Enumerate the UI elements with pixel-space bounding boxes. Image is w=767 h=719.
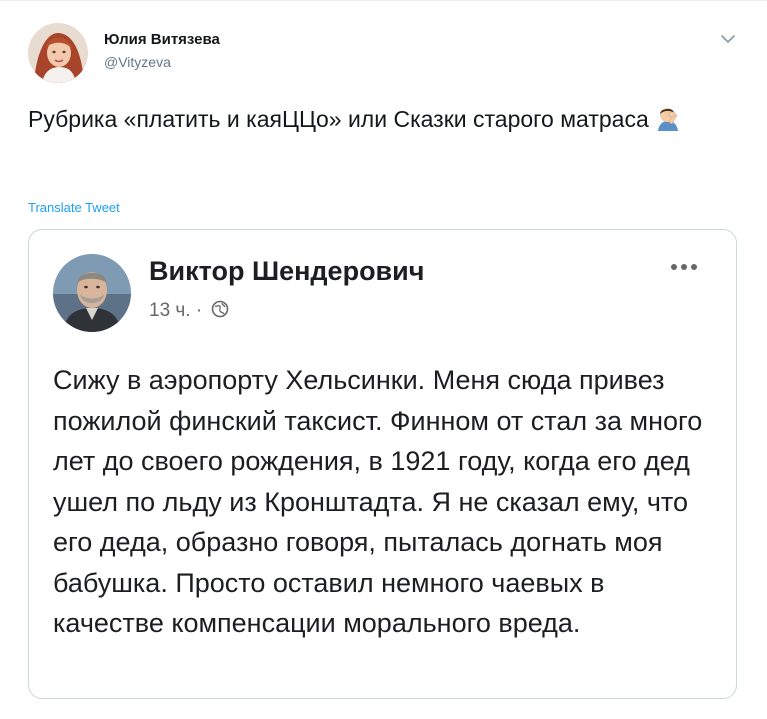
author-avatar[interactable] bbox=[28, 23, 88, 83]
chevron-down-icon[interactable] bbox=[718, 29, 738, 49]
author-handle[interactable]: @Vityzeva bbox=[104, 54, 171, 70]
embedded-post-time: 13 ч. · bbox=[149, 300, 203, 321]
embedded-author-avatar bbox=[53, 254, 131, 332]
translate-tweet-link[interactable]: Translate Tweet bbox=[28, 200, 120, 215]
embedded-post-image[interactable]: Виктор Шендерович 13 ч. · Сижу в аэропор… bbox=[28, 229, 737, 699]
embedded-post-meta: 13 ч. · bbox=[149, 300, 229, 322]
tweet-text: Рубрика «платить и каяЦЦо» или Сказки ст… bbox=[28, 101, 728, 137]
embedded-post-text: Сижу в аэропорту Хельсинки. Меня сюда пр… bbox=[53, 365, 703, 638]
more-horizontal-icon bbox=[667, 260, 701, 274]
tweet-text-content: Рубрика «платить и каяЦЦо» или Сказки ст… bbox=[28, 106, 649, 132]
tweet: Юлия Витязева @Vityzeva Рубрика «платить… bbox=[0, 0, 767, 719]
globe-icon bbox=[211, 300, 229, 318]
embedded-author-name: Виктор Шендерович bbox=[149, 256, 425, 286]
facepalm-emoji-icon bbox=[657, 105, 679, 131]
author-name[interactable]: Юлия Витязева bbox=[104, 31, 220, 48]
